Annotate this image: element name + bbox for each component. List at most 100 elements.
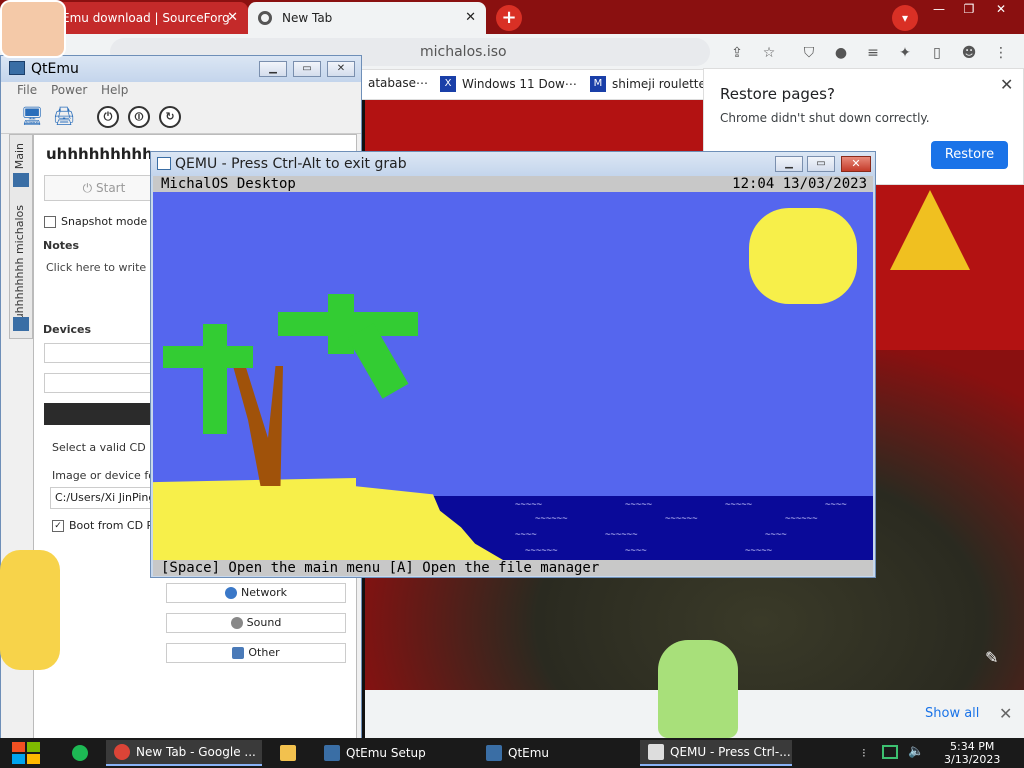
- windows-start-icon[interactable]: [12, 742, 42, 764]
- power-on-icon[interactable]: ⏻: [97, 106, 119, 128]
- device-field[interactable]: [44, 343, 164, 363]
- close-icon[interactable]: ✕: [986, 0, 1016, 20]
- globe-icon: [225, 587, 238, 599]
- setup-icon: [324, 745, 340, 761]
- sound-label: Sound: [246, 616, 282, 629]
- other-label: Other: [248, 646, 280, 659]
- extension-avatar-icon[interactable]: ●: [832, 44, 850, 62]
- close-icon[interactable]: ✕: [227, 10, 238, 25]
- dialog-message: Chrome didn't shut down correctly.: [720, 111, 930, 125]
- vm-name-heading: uhhhhhhhhh: [46, 145, 153, 163]
- qtemu-icon: [486, 745, 502, 761]
- sound-button[interactable]: Sound: [166, 613, 346, 633]
- sun-graphic: [749, 208, 857, 304]
- share-icon[interactable]: ⇪: [728, 44, 746, 62]
- menu-file[interactable]: File: [17, 83, 37, 97]
- pencil-icon[interactable]: ✎: [985, 648, 998, 667]
- taskbar-explorer[interactable]: [272, 740, 308, 766]
- restore-icon[interactable]: ❐: [954, 0, 984, 20]
- close-button[interactable]: ✕: [841, 156, 871, 172]
- palm-trunk: [233, 366, 283, 486]
- minimize-icon[interactable]: —: [924, 0, 954, 20]
- menu-power[interactable]: Power: [51, 83, 87, 97]
- network-label: Network: [241, 586, 287, 599]
- snapshot-checkbox[interactable]: Snapshot mode: [44, 215, 147, 228]
- mft-icon: M: [590, 76, 606, 92]
- start-button[interactable]: ⏻ Start: [44, 175, 164, 201]
- vm-screen[interactable]: MichalOS Desktop 12:04 13/03/2023 ~~~~~ …: [153, 176, 873, 576]
- bookmark-star-icon[interactable]: ☆: [760, 44, 778, 62]
- bookmark-database[interactable]: atabase⋯: [368, 76, 428, 90]
- open-machine-icon[interactable]: 🖨: [51, 104, 77, 130]
- profile-icon[interactable]: ☻: [960, 44, 978, 62]
- chrome-icon: [114, 744, 130, 760]
- spotify-icon[interactable]: [64, 740, 100, 766]
- window-titlebar[interactable]: QEMU - Press Ctrl-Alt to exit grab: [151, 152, 875, 176]
- boot-label: Boot from CD RO: [69, 519, 163, 532]
- show-all-link[interactable]: Show all: [925, 706, 979, 721]
- power-off-icon[interactable]: ⏼: [128, 106, 150, 128]
- menu-dots-icon[interactable]: ⋮: [992, 44, 1010, 62]
- machine-icon: [13, 173, 29, 187]
- taskbar-label: QtEmu Setup: [346, 746, 426, 760]
- bookmark-label: Windows 11 Dow⋯: [462, 77, 577, 91]
- taskbar-label: QEMU - Press Ctrl-...: [670, 745, 791, 759]
- tab-main[interactable]: Main: [13, 143, 26, 169]
- clock-time: 5:34 PM: [950, 740, 995, 753]
- maximize-button[interactable]: ▭: [293, 61, 321, 77]
- tab-new-tab[interactable]: New Tab ✕: [248, 2, 486, 34]
- start-label: Start: [96, 181, 126, 195]
- volume-icon[interactable]: 🔈: [908, 744, 924, 759]
- boot-cd-checkbox[interactable]: ✓ Boot from CD RO: [52, 519, 163, 532]
- tray-overflow-icon[interactable]: ⁝: [862, 746, 866, 760]
- folder-icon: [280, 745, 296, 761]
- restore-button[interactable]: Restore: [931, 141, 1008, 169]
- puzzle-icon[interactable]: ✦: [896, 44, 914, 62]
- ublock-icon[interactable]: ⛉: [800, 44, 818, 62]
- tab-vm[interactable]: uhhhhhhhh michalos: [13, 205, 26, 320]
- checkbox-empty[interactable]: [44, 215, 56, 228]
- maximize-button[interactable]: ▭: [807, 156, 835, 172]
- extension-flag-icon[interactable]: ≡: [864, 44, 882, 62]
- taskbar-qtemu-setup[interactable]: QtEmu Setup: [316, 740, 468, 766]
- close-button[interactable]: ✕: [327, 61, 355, 77]
- tab-search-button[interactable]: ▾: [892, 5, 918, 31]
- qemu-app-icon: [157, 157, 171, 170]
- network-button[interactable]: Network: [166, 583, 346, 603]
- new-tab-button[interactable]: +: [496, 5, 522, 31]
- window-title: QtEmu: [31, 61, 79, 77]
- bookmark-windows11[interactable]: X Windows 11 Dow⋯: [440, 76, 577, 92]
- close-icon[interactable]: ✕: [999, 704, 1012, 723]
- close-icon[interactable]: ✕: [1000, 75, 1013, 94]
- machine-icon: [13, 317, 29, 331]
- checkbox-checked[interactable]: ✓: [52, 519, 64, 532]
- side-panel-icon[interactable]: ▯: [928, 44, 946, 62]
- new-machine-icon[interactable]: 🖥: [19, 104, 45, 130]
- chrome-tab-strip: Emu download | SourceForg ✕ New Tab ✕ + …: [0, 0, 1024, 34]
- sea-graphic: ~~~~~ ~~~~~ ~~~~~ ~~~~ ~~~~~~ ~~~~~~ ~~~…: [425, 496, 873, 560]
- os-clock: 12:04 13/03/2023: [732, 176, 867, 192]
- qemu-window: QEMU - Press Ctrl-Alt to exit grab ▁ ▭ ✕…: [150, 151, 876, 578]
- taskbar-chrome[interactable]: New Tab - Google ...: [106, 740, 262, 766]
- bookmark-shimeji[interactable]: M shimeji roulette: [590, 76, 706, 92]
- devices-label: Devices: [43, 323, 92, 336]
- palm-leaf: [203, 324, 227, 434]
- chrome-icon: [258, 11, 272, 25]
- power-icon: ⏻: [82, 181, 93, 195]
- network-tray-icon[interactable]: [882, 745, 898, 759]
- close-icon[interactable]: ✕: [465, 10, 476, 25]
- device-field[interactable]: [44, 373, 164, 393]
- snapshot-label: Snapshot mode: [61, 215, 148, 228]
- other-button[interactable]: Other: [166, 643, 346, 663]
- taskbar-qemu[interactable]: QEMU - Press Ctrl-...: [640, 740, 792, 766]
- minimize-button[interactable]: ▁: [259, 61, 287, 77]
- reset-icon[interactable]: ↻: [159, 106, 181, 128]
- image-path-input[interactable]: C:/Users/Xi JinPing/: [50, 487, 164, 509]
- taskbar-qtemu[interactable]: QtEmu: [478, 740, 630, 766]
- tray-clock[interactable]: 5:34 PM 3/13/2023: [944, 740, 1000, 766]
- x-icon: X: [440, 76, 456, 92]
- tab-title: New Tab: [282, 11, 333, 25]
- minimize-button[interactable]: ▁: [775, 156, 803, 172]
- menu-help[interactable]: Help: [101, 83, 128, 97]
- window-title: QEMU - Press Ctrl-Alt to exit grab: [175, 156, 407, 172]
